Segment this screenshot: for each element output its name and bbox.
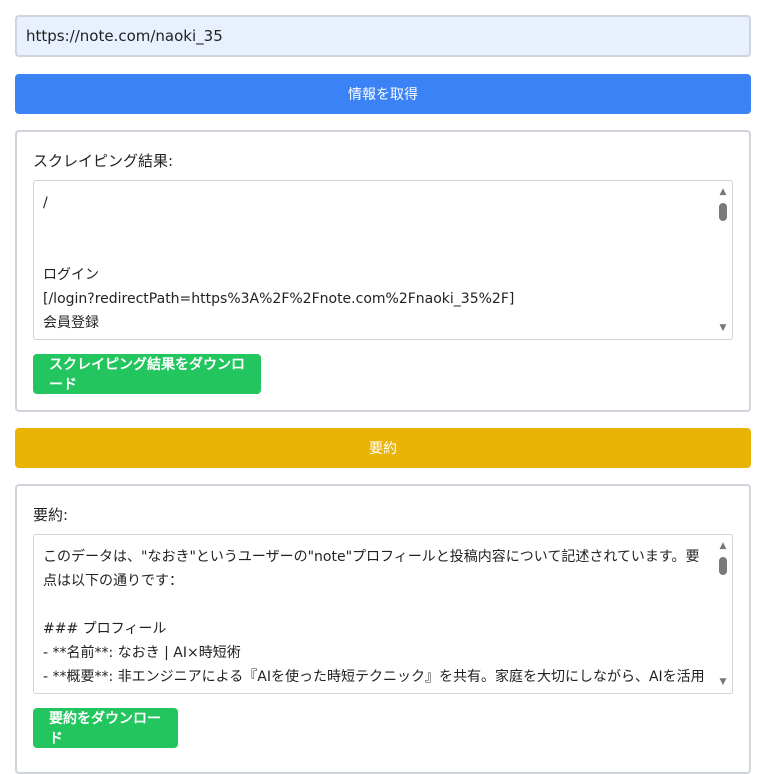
download-summary-button[interactable]: 要約をダウンロード <box>33 708 178 748</box>
download-scrape-button[interactable]: スクレイピング結果をダウンロード <box>33 354 261 394</box>
scrape-result-text: / ログイン [/login?redirectPath=https%3A%2F%… <box>43 195 515 331</box>
fetch-info-button[interactable]: 情報を取得 <box>15 74 751 114</box>
scrollbar-thumb[interactable] <box>719 557 727 575</box>
summary-scrollbar[interactable]: ▲ ▼ <box>716 537 730 691</box>
scroll-down-arrow-icon[interactable]: ▼ <box>718 677 728 687</box>
summary-text: このデータは、"なおき"というユーザーの"note"プロフィールと投稿内容につい… <box>43 549 705 685</box>
url-input[interactable] <box>15 15 751 57</box>
summary-panel: 要約: このデータは、"なおき"というユーザーの"note"プロフィールと投稿内… <box>15 484 751 774</box>
summary-textarea[interactable]: このデータは、"なおき"というユーザーの"note"プロフィールと投稿内容につい… <box>33 534 733 694</box>
scroll-up-arrow-icon[interactable]: ▲ <box>718 187 728 197</box>
scroll-up-arrow-icon[interactable]: ▲ <box>718 541 728 551</box>
scrape-result-label: スクレイピング結果: <box>33 152 174 170</box>
summary-label: 要約: <box>33 506 69 524</box>
scrollbar-thumb[interactable] <box>719 203 727 221</box>
scroll-down-arrow-icon[interactable]: ▼ <box>718 323 728 333</box>
scrape-result-panel: スクレイピング結果: / ログイン [/login?redirectPath=h… <box>15 130 751 412</box>
scrape-scrollbar[interactable]: ▲ ▼ <box>716 183 730 337</box>
scrape-result-textarea[interactable]: / ログイン [/login?redirectPath=https%3A%2F%… <box>33 180 733 340</box>
summarize-button[interactable]: 要約 <box>15 428 751 468</box>
